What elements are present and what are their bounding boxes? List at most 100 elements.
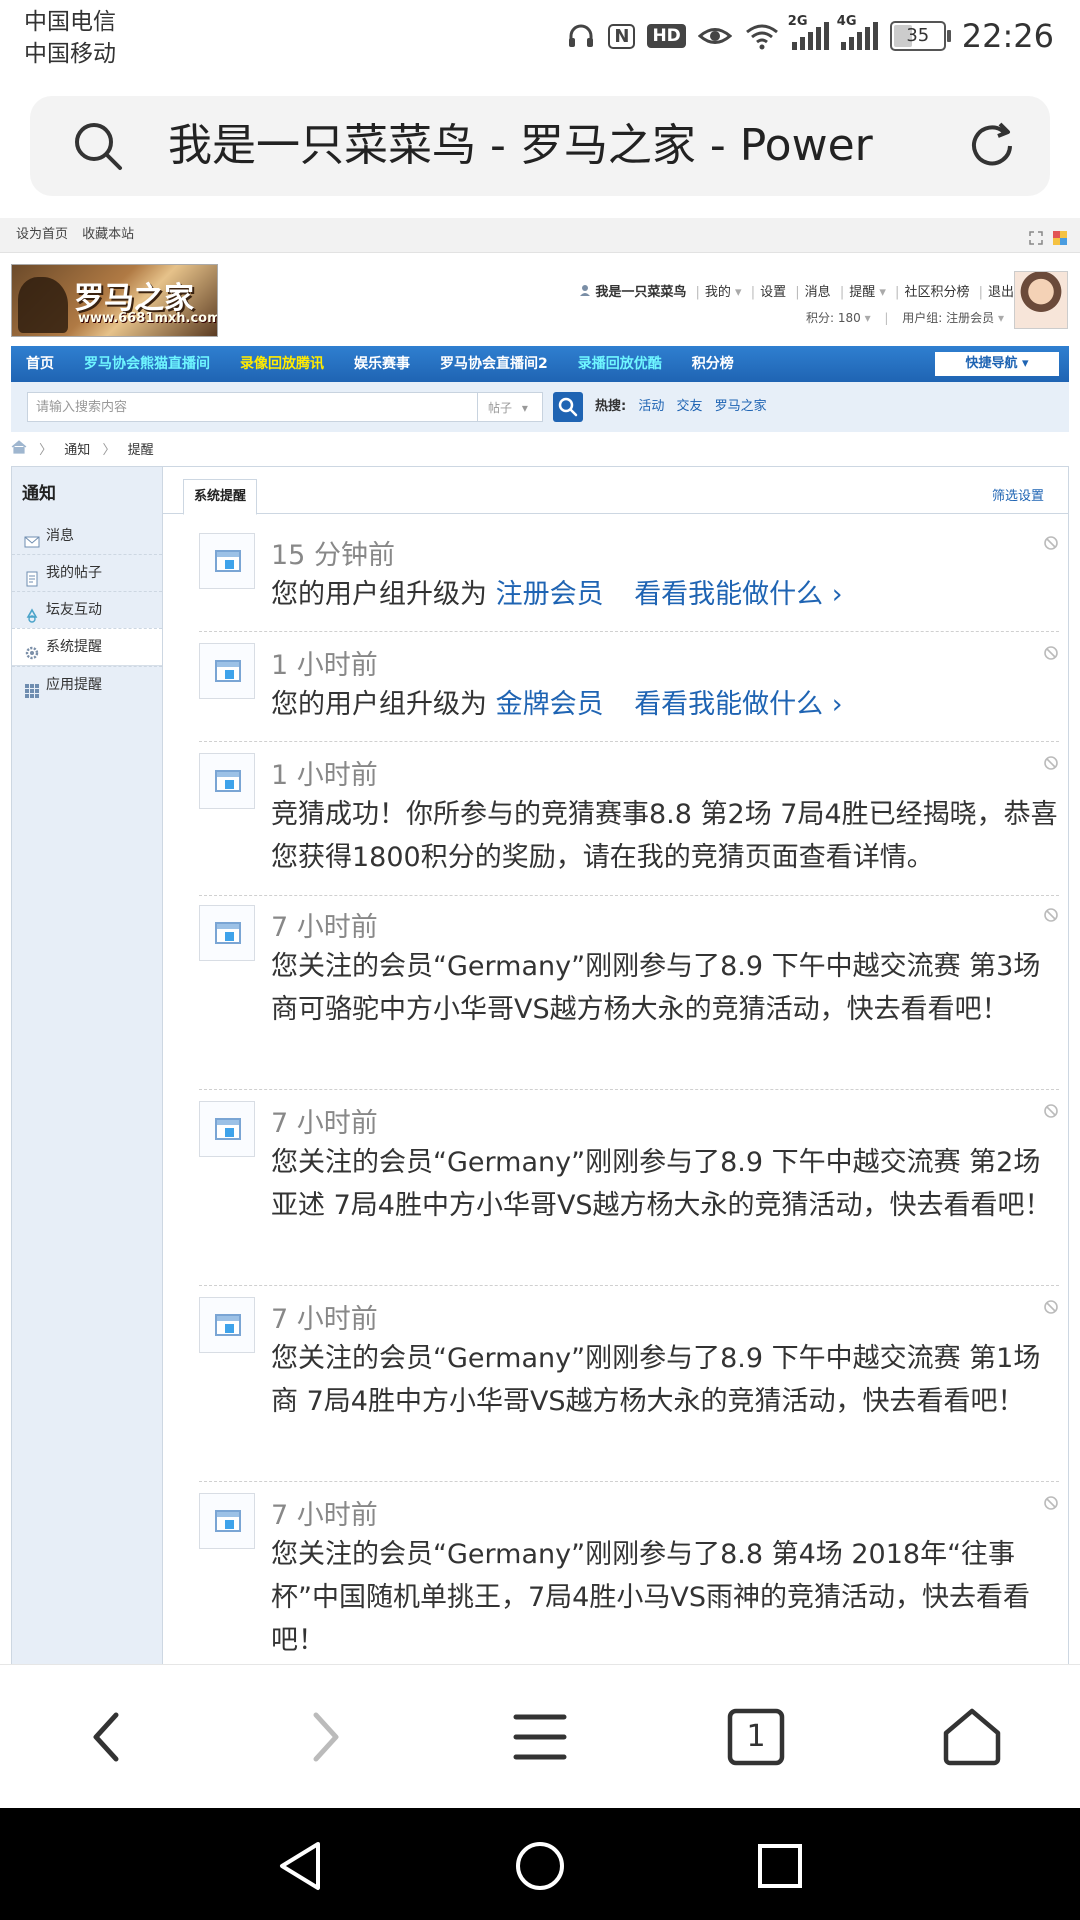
settings-link[interactable]: 设置 [760,285,786,300]
signal-4g-icon: 4G [837,14,878,50]
user-group-link[interactable]: 用户组: 注册会员 [902,311,994,325]
back-icon[interactable] [72,1701,144,1773]
sidebar-item-label: 应用提醒 [46,677,102,693]
breadcrumb: 〉 通知 〉 提醒 [11,436,154,466]
notice-icon [199,1101,255,1157]
signal-2g-icon: 2G [788,14,829,50]
sidebar-item-label: 消息 [46,528,74,544]
breadcrumb-notice[interactable]: 通知 [64,443,90,458]
sidebar-item-app-reminder[interactable]: 应用提醒 [12,666,162,703]
reminders-link[interactable]: 提醒 [849,285,875,300]
notice-time: 1 小时前 [271,650,378,681]
delete-icon[interactable] [1043,1495,1059,1511]
headphones-icon [566,21,596,51]
breadcrumb-separator-icon: 〉 [102,443,116,458]
set-homepage-link[interactable]: 设为首页 [16,227,68,242]
points-ranking-link[interactable]: 社区积分榜 [904,285,969,300]
fullscreen-icon[interactable] [1028,226,1044,245]
avatar[interactable] [1014,271,1068,329]
system-nav-bar [0,1808,1080,1920]
system-back-icon[interactable] [272,1838,328,1894]
main-nav: 首页 罗马协会熊猫直播间 录像回放腾讯 娱乐赛事 罗马协会直播间2 录播回放优酷… [11,346,1069,382]
grid-icon [24,677,40,698]
logo-url: www.6681mxh.com [78,311,218,326]
hot-search-label: 热搜: [595,399,627,414]
delete-icon[interactable] [1043,535,1059,551]
sidebar-item-my-posts[interactable]: 我的帖子 [12,554,162,591]
hot-term-friends[interactable]: 交友 [677,399,703,414]
my-menu-link[interactable]: 我的 [705,285,731,300]
sidebar-item-messages[interactable]: 消息 [12,518,162,554]
tab-system-reminder[interactable]: 系统提醒 [183,479,258,515]
notice-icon [199,643,255,699]
reload-icon[interactable] [964,118,1020,174]
carrier-2: 中国移动 [24,41,116,67]
web-viewport[interactable]: 设为首页 收藏本站 罗马之家 www.6681mxh.com 我是一只菜菜鸟 |… [0,218,1080,1664]
sidebar-item-system-reminder[interactable]: 系统提醒 [12,628,162,666]
search-button[interactable] [553,392,583,422]
user-group-link[interactable]: 注册会员 [496,579,604,610]
see-what-i-can-do-link[interactable]: 看看我能做什么 › [634,579,842,610]
breadcrumb-reminder[interactable]: 提醒 [128,443,154,458]
notice-content: 系统提醒 筛选设置 15 分钟前 您的用户组升级为 注册会员 看看我能做什么 ›… [163,467,1068,1664]
system-home-icon[interactable] [512,1838,568,1894]
delete-icon[interactable] [1043,645,1059,661]
address-bar[interactable]: 我是一只菜菜鸟 - 罗马之家 - Power [30,96,1050,196]
system-recents-icon[interactable] [752,1838,808,1894]
search-scope-select[interactable]: 帖子 ▾ [477,392,543,422]
nav-home[interactable]: 首页 [11,346,69,382]
username-link[interactable]: 我是一只菜菜鸟 [595,285,686,300]
clock: 22:26 [961,17,1054,55]
battery-icon: 35 [889,21,951,51]
delete-icon[interactable] [1043,1103,1059,1119]
theme-icon[interactable] [1052,226,1068,245]
hot-term-roma-home[interactable]: 罗马之家 [715,399,767,414]
sidebar-item-label: 系统提醒 [46,639,102,655]
notice-item: 7 小时前 您关注的会员“Germany”刚刚参与了8.9 下午中越交流赛 第3… [199,899,1059,1090]
notice-sidebar: 通知 消息 我的帖子 坛友互动 系统提醒 应用提醒 [12,467,163,1664]
document-icon [24,565,40,587]
search-icon[interactable] [72,120,124,172]
delete-icon[interactable] [1043,755,1059,771]
menu-icon[interactable] [504,1701,576,1773]
bookmark-site-link[interactable]: 收藏本站 [82,227,134,242]
nav-panda-live[interactable]: 罗马协会熊猫直播间 [69,346,225,382]
notice-item: 1 小时前 竞猜成功！你所参与的竞猜赛事8.8 第2场 7局4胜已经揭晓，恭喜您… [199,747,1059,896]
forward-icon[interactable] [288,1701,360,1773]
home-icon[interactable] [936,1701,1008,1773]
nav-entertainment[interactable]: 娱乐赛事 [339,346,425,382]
chevron-down-icon: ▾ [994,311,1004,325]
recycle-icon [24,602,40,623]
tabs-button[interactable]: 1 [720,1701,792,1773]
gear-icon [24,639,40,660]
site-logo[interactable]: 罗马之家 www.6681mxh.com [11,264,218,337]
nav-youku-replay[interactable]: 录播回放优酷 [563,346,677,382]
search-input[interactable]: 请输入搜索内容 [27,392,487,422]
delete-icon[interactable] [1043,1299,1059,1315]
points-link[interactable]: 积分: 180 [806,311,861,325]
delete-icon[interactable] [1043,907,1059,923]
notice-item: 7 小时前 您关注的会员“Germany”刚刚参与了8.8 第4场 2018年“… [199,1487,1059,1664]
user-menu: 我是一只菜菜鸟 | 我的 ▾ | 设置 | 消息 | 提醒 ▾ | 社区积分榜 | 退出 [579,281,1014,300]
logout-link[interactable]: 退出 [988,285,1014,300]
nav-leaderboard[interactable]: 积分榜 [677,346,749,382]
see-what-i-can-do-link[interactable]: 看看我能做什么 › [634,689,842,720]
search-icon [558,397,578,417]
filter-settings-link[interactable]: 筛选设置 [992,485,1044,504]
chevron-down-icon: ▾ [875,285,886,300]
hot-term-activities[interactable]: 活动 [638,399,664,414]
top-strip: 设为首页 收藏本站 [0,218,1080,253]
status-bar: 中国电信 中国移动 N HD 2G 4G 35 22:26 [0,0,1080,82]
user-group-link[interactable]: 金牌会员 [496,689,604,720]
nav-live-room-2[interactable]: 罗马协会直播间2 [425,346,563,382]
sidebar-item-interaction[interactable]: 坛友互动 [12,591,162,628]
notice-text: 竞猜成功！你所参与的竞猜赛事8.8 第2场 7局4胜已经揭晓，恭喜您获得1800… [271,799,1058,873]
nav-tencent-replay[interactable]: 录像回放腾讯 [225,346,339,382]
search-scope-label: 帖子 [488,401,513,415]
notice-body: 您的用户组升级为 [271,579,487,610]
page-title[interactable]: 我是一只菜菜鸟 - 罗马之家 - Power [168,116,873,176]
messages-link[interactable]: 消息 [805,285,831,300]
tab-bar: 系统提醒 筛选设置 [163,467,1068,515]
quick-nav-button[interactable]: 快捷导航 ▾ [935,352,1059,376]
home-icon[interactable] [11,440,31,458]
